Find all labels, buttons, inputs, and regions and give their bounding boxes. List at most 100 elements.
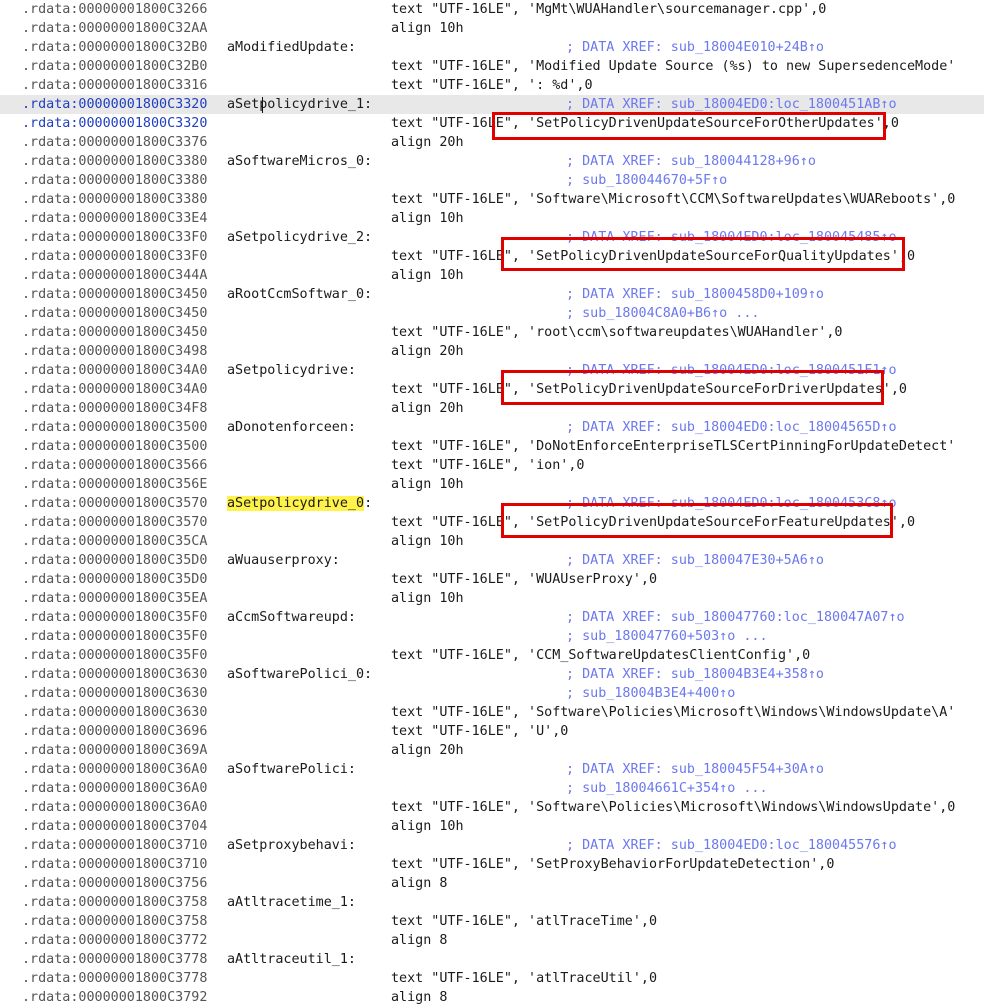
listing-line[interactable]: .rdata:00000001800C36A0 aSoftwarePolici:;… [0,760,984,779]
listing-line[interactable]: .rdata:00000001800C3500 text "UTF-16LE", … [0,437,984,456]
listing-line[interactable]: .rdata:00000001800C3380 ; sub_180044670+5… [0,171,984,190]
instruction: align 8 [391,990,448,1005]
listing-line[interactable]: .rdata:00000001800C34F8 align 20h [0,399,984,418]
listing-line[interactable]: .rdata:00000001800C3756 align 8 [0,874,984,893]
listing-line[interactable]: .rdata:00000001800C33E4 align 10h [0,209,984,228]
listing-line[interactable]: .rdata:00000001800C35F0 aCcmSoftwareupd:;… [0,608,984,627]
listing-line[interactable]: .rdata:00000001800C3500 aDonotenforceen:;… [0,418,984,437]
address: .rdata:00000001800C3792 [22,990,208,1005]
listing-line[interactable]: .rdata:00000001800C3630 aSoftwarePolici_0… [0,665,984,684]
label-name[interactable]: aSoftwarePolici_0: [227,665,372,684]
xref-comment[interactable]: ; DATA XREF: sub_180044128+96↑o [566,152,816,171]
listing-line[interactable]: .rdata:00000001800C3266 text "UTF-16LE", … [0,0,984,19]
listing-line[interactable]: .rdata:00000001800C35EA align 10h [0,589,984,608]
listing-line[interactable]: .rdata:00000001800C32AA align 10h [0,19,984,38]
instruction: text "UTF-16LE", 'SetProxyBehaviorForUpd… [391,857,835,872]
listing-line[interactable]: .rdata:00000001800C3316 text "UTF-16LE", … [0,76,984,95]
listing-line[interactable]: .rdata:00000001800C35D0 text "UTF-16LE", … [0,570,984,589]
listing-line[interactable]: .rdata:00000001800C3566 text "UTF-16LE", … [0,456,984,475]
address: .rdata:00000001800C35D0 [22,553,208,568]
listing-line[interactable]: .rdata:00000001800C34A0 aSetpolicydrive:;… [0,361,984,380]
xref-comment[interactable]: ; DATA XREF: sub_18004ED0:loc_1800451F1↑… [566,361,897,380]
xref-comment[interactable]: ; sub_180044670+5F↑o [566,171,727,190]
listing-line[interactable]: .rdata:00000001800C3570 text "UTF-16LE", … [0,513,984,532]
listing-line[interactable]: .rdata:00000001800C3710 text "UTF-16LE", … [0,855,984,874]
address: .rdata:00000001800C3756 [22,876,208,891]
label-name[interactable]: aSetpolicydrive_0: [227,494,372,513]
xref-comment[interactable]: ; DATA XREF: sub_1800458D0+109↑o [566,285,824,304]
listing-line[interactable]: .rdata:00000001800C33F0 text "UTF-16LE", … [0,247,984,266]
listing-line[interactable]: .rdata:00000001800C3704 align 10h [0,817,984,836]
xref-comment[interactable]: ; DATA XREF: sub_180045F54+30A↑o [566,760,824,779]
label-name[interactable]: aSetpolicydrive_2: [227,228,372,247]
listing-line[interactable]: .rdata:00000001800C3778 text "UTF-16LE", … [0,969,984,988]
xref-comment[interactable]: ; DATA XREF: sub_180047760:loc_180047A07… [566,608,905,627]
xref-comment[interactable]: ; sub_18004C8A0+B6↑o ... [566,304,759,323]
xref-comment[interactable]: ; DATA XREF: sub_18004B3E4+358↑o [566,665,824,684]
listing-line[interactable]: .rdata:00000001800C35F0 ; sub_180047760+5… [0,627,984,646]
disassembly-listing[interactable]: .rdata:00000001800C3266 text "UTF-16LE", … [0,0,984,1008]
xref-comment[interactable]: ; DATA XREF: sub_180047E30+5A6↑o [566,551,824,570]
listing-line[interactable]: .rdata:00000001800C36A0 text "UTF-16LE", … [0,798,984,817]
listing-line[interactable]: .rdata:00000001800C3498 align 20h [0,342,984,361]
label-name[interactable]: aWuauserproxy: [227,551,340,570]
label-name[interactable]: aSoftwarePolici: [227,760,356,779]
listing-line[interactable]: .rdata:00000001800C3710 aSetproxybehavi:;… [0,836,984,855]
instruction: text "UTF-16LE", 'atlTraceTime',0 [391,914,658,929]
listing-line[interactable]: .rdata:00000001800C3792 align 8 [0,988,984,1007]
highlighted-label[interactable]: aSetpolicydrive_0 [227,496,365,511]
listing-line[interactable]: .rdata:00000001800C369A align 20h [0,741,984,760]
listing-line[interactable]: .rdata:00000001800C3758 text "UTF-16LE", … [0,912,984,931]
listing-line[interactable]: .rdata:00000001800C3630 ; sub_18004B3E4+4… [0,684,984,703]
label-name[interactable]: aSoftwareMicros_0: [227,152,372,171]
listing-line[interactable]: .rdata:00000001800C3570 aSetpolicydrive_0… [0,494,984,513]
listing-line[interactable]: .rdata:00000001800C3758 aAtltracetime_1: [0,893,984,912]
listing-line[interactable]: .rdata:00000001800C34A0 text "UTF-16LE", … [0,380,984,399]
address: .rdata:00000001800C3500 [22,420,208,435]
listing-line[interactable]: .rdata:00000001800C35CA align 10h [0,532,984,551]
listing-line[interactable]: .rdata:00000001800C3376 align 20h [0,133,984,152]
listing-line[interactable]: .rdata:00000001800C3778 aAtltraceutil_1: [0,950,984,969]
listing-line[interactable]: .rdata:00000001800C3696 text "UTF-16LE", … [0,722,984,741]
listing-line[interactable]: .rdata:00000001800C32B0 text "UTF-16LE", … [0,57,984,76]
xref-comment[interactable]: ; DATA XREF: sub_18004ED0:loc_180045576↑… [566,836,897,855]
listing-line[interactable]: .rdata:00000001800C344A align 10h [0,266,984,285]
listing-line[interactable]: .rdata:00000001800C356E align 10h [0,475,984,494]
listing-line[interactable]: .rdata:00000001800C35F0 text "UTF-16LE", … [0,646,984,665]
label-name[interactable]: aAtltraceutil_1: [227,950,356,969]
listing-line[interactable]: .rdata:00000001800C3450 aRootCcmSoftwar_0… [0,285,984,304]
listing-line[interactable]: .rdata:00000001800C3320 text "UTF-16LE", … [0,114,984,133]
address: .rdata:00000001800C3320 [22,116,208,131]
listing-line[interactable]: .rdata:00000001800C32B0 aModifiedUpdate:;… [0,38,984,57]
listing-line[interactable]: .rdata:00000001800C3380 aSoftwareMicros_0… [0,152,984,171]
xref-comment[interactable]: ; DATA XREF: sub_18004ED0:loc_1800453C8↑… [566,494,897,513]
xref-comment[interactable]: ; sub_18004B3E4+400↑o [566,684,735,703]
label-name[interactable]: aSetpolicydrive_1: [227,95,372,114]
label-name[interactable]: aAtltracetime_1: [227,893,356,912]
listing-line[interactable]: .rdata:00000001800C3380 text "UTF-16LE", … [0,190,984,209]
listing-line[interactable]: .rdata:00000001800C3772 align 8 [0,931,984,950]
xref-comment[interactable]: ; sub_18004661C+354↑o ... [566,779,768,798]
listing-line[interactable]: .rdata:00000001800C35D0 aWuauserproxy: ; D… [0,551,984,570]
xref-comment[interactable]: ; DATA XREF: sub_18004ED0:loc_1800451AB↑… [566,95,897,114]
xref-comment[interactable]: ; sub_180047760+503↑o ... [566,627,768,646]
instruction: text "UTF-16LE", 'ion',0 [391,458,585,473]
label-name[interactable]: aModifiedUpdate: [227,38,356,57]
label-name[interactable]: aDonotenforceen: [227,418,356,437]
listing-line[interactable]: .rdata:00000001800C3320 aSetpolicydrive_1… [0,95,984,114]
listing-line[interactable]: .rdata:00000001800C3630 text "UTF-16LE", … [0,703,984,722]
address: .rdata:00000001800C3316 [22,78,208,93]
label-name[interactable]: aRootCcmSoftwar_0: [227,285,372,304]
label-name[interactable]: aSetpolicydrive: [227,361,356,380]
xref-comment[interactable]: ; DATA XREF: sub_18004ED0:loc_18004565D↑… [566,418,897,437]
label-name[interactable]: aCcmSoftwareupd: [227,608,356,627]
listing-line[interactable]: .rdata:00000001800C3450 ; sub_18004C8A0+B… [0,304,984,323]
xref-comment[interactable]: ; DATA XREF: sub_18004ED0:loc_180045485↑… [566,228,897,247]
instruction: text "UTF-16LE", 'SetPolicyDrivenUpdateS… [391,249,916,264]
instruction: align 20h [391,344,464,359]
listing-line[interactable]: .rdata:00000001800C3450 text "UTF-16LE", … [0,323,984,342]
listing-line[interactable]: .rdata:00000001800C33F0 aSetpolicydrive_2… [0,228,984,247]
label-name[interactable]: aSetproxybehavi: [227,836,356,855]
xref-comment[interactable]: ; DATA XREF: sub_18004E010+24B↑o [566,38,824,57]
listing-line[interactable]: .rdata:00000001800C36A0 ; sub_18004661C+3… [0,779,984,798]
